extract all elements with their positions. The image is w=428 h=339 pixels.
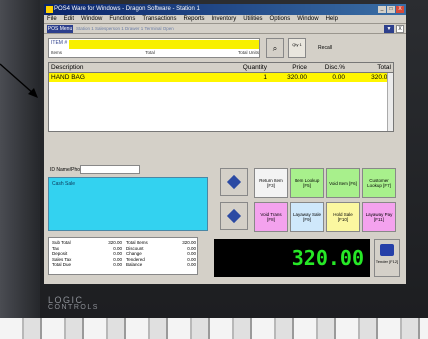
column-price[interactable]: Price (269, 63, 309, 72)
table-row[interactable]: HAND BAG 1 320.00 0.00 320.00 (49, 73, 393, 82)
menu-item-options[interactable]: Options (270, 15, 291, 23)
void-item-key[interactable]: Void Item [F6] (326, 168, 360, 198)
grid-scrollbar[interactable] (387, 73, 393, 131)
arrow-pointer-icon (0, 63, 38, 98)
item-number-label: ITEM # (51, 40, 68, 46)
menu-item-file[interactable]: File (47, 15, 57, 23)
item-number-input[interactable] (69, 40, 259, 49)
find-button[interactable]: ⌕ (266, 38, 284, 58)
customer-search-input[interactable] (80, 165, 140, 174)
sale-items-grid: Description Quantity Price Disc.% Total … (48, 62, 394, 132)
item-lookup-key[interactable]: Item Lookup [F5] (290, 168, 324, 198)
menu-item-edit[interactable]: Edit (64, 15, 74, 23)
window-title: POS4 Ware for Windows - Dragon Software … (54, 6, 200, 12)
menu-item-functions[interactable]: Functions (109, 15, 135, 23)
scroll-down-button[interactable] (220, 202, 248, 230)
monitor-brand-logo: LOGIC CONTROLS (48, 295, 99, 312)
column-discount[interactable]: Disc.% (309, 63, 347, 72)
tender-button[interactable]: Tender [F12] (374, 239, 400, 277)
column-quantity[interactable]: Quantity (231, 63, 269, 72)
customer-info-panel: Cash Sale (48, 177, 208, 231)
void-trans-key[interactable]: Void Trans [F8] (254, 202, 288, 232)
close-icon[interactable]: X (396, 25, 404, 33)
grid-header: Description Quantity Price Disc.% Total (49, 63, 393, 73)
app-icon (46, 6, 53, 13)
menu-item-inventory[interactable]: Inventory (212, 15, 237, 23)
total-units-label: Total Units (237, 50, 259, 55)
menu-item-transactions[interactable]: Transactions (142, 15, 176, 23)
column-description[interactable]: Description (49, 63, 231, 72)
row-discount: 0.00 (332, 74, 345, 81)
menu-item-window-2[interactable]: Window (297, 15, 318, 23)
title-bar: POS4 Ware for Windows - Dragon Software … (44, 4, 406, 15)
total-label: Total (145, 50, 155, 55)
customer-name: Cash Sale (52, 181, 76, 187)
keyboard-edge (0, 318, 428, 339)
arrow-down-icon (226, 208, 242, 224)
minimize-button[interactable]: _ (378, 6, 386, 13)
maximize-button[interactable]: □ (387, 6, 395, 13)
menu-bar: File Edit Window Functions Transactions … (44, 15, 406, 24)
monitor-edge (0, 0, 40, 339)
totals-panel: Sub Total 320.00 Tax 0.00 Deposit 0.00 Sale… (48, 237, 198, 275)
menu-item-utilities[interactable]: Utilities (243, 15, 262, 23)
recall-button[interactable]: Recall (310, 38, 340, 58)
binoculars-icon: ⌕ (272, 44, 278, 53)
tender-label: Tender [F12] (375, 259, 399, 264)
customer-lookup-key[interactable]: Customer Lookup [F7] (362, 168, 396, 198)
cash-register-icon (380, 244, 394, 256)
pos-menu-button[interactable]: POS Menu (47, 25, 73, 33)
return-item-key[interactable]: Return Item [F3] (254, 168, 288, 198)
totals-right: Total Items 320.00 Discount 0.00 Change 0.0… (126, 240, 196, 268)
close-button[interactable]: X (396, 6, 404, 13)
station-info: Station 1 Salesperson 1 Drawer 1 Termina… (76, 26, 174, 31)
total-value: 0.00 (113, 262, 122, 267)
row-description: HAND BAG (51, 74, 85, 81)
total-label: Balance (126, 262, 143, 267)
item-entry-panel: ITEM # Items Total Total Units (48, 38, 260, 58)
arrow-up-icon (226, 174, 242, 190)
total-line: Total Due 0.00 (52, 262, 122, 268)
total-value: 0.00 (187, 262, 196, 267)
layaway-pay-key[interactable]: Layaway Pay [F11] (362, 202, 396, 232)
grand-total-display: 320.00 (214, 239, 370, 277)
pos-screen: POS4 Ware for Windows - Dragon Software … (44, 4, 406, 284)
brand-subtitle: CONTROLS (48, 304, 99, 311)
entry-summary: Items Total Total Units (51, 50, 259, 57)
total-label: Total Due (52, 262, 72, 267)
chevron-down-icon[interactable]: ▼ (384, 25, 394, 33)
row-price: 320.00 (287, 74, 307, 81)
menu-item-help[interactable]: Help (326, 15, 338, 23)
quantity-button[interactable]: Qty 1 (288, 38, 306, 58)
hold-sale-key[interactable]: Hold Sale [F10] (326, 202, 360, 232)
scroll-up-button[interactable] (220, 168, 248, 196)
window-controls: _ □ X (378, 6, 404, 13)
brand-name: LOGIC (48, 295, 84, 305)
layaway-sale-key[interactable]: Layaway Sale [F9] (290, 202, 324, 232)
totals-left: Sub Total 320.00 Tax 0.00 Deposit 0.00 Sale… (52, 240, 122, 268)
toolbar: POS Menu Station 1 Salesperson 1 Drawer … (44, 24, 406, 34)
items-label: Items (51, 50, 63, 55)
column-total[interactable]: Total (347, 63, 393, 72)
total-line: Balance 0.00 (126, 262, 196, 268)
menu-item-window[interactable]: Window (81, 15, 102, 23)
menu-item-reports[interactable]: Reports (184, 15, 205, 23)
row-quantity: 1 (263, 74, 267, 81)
